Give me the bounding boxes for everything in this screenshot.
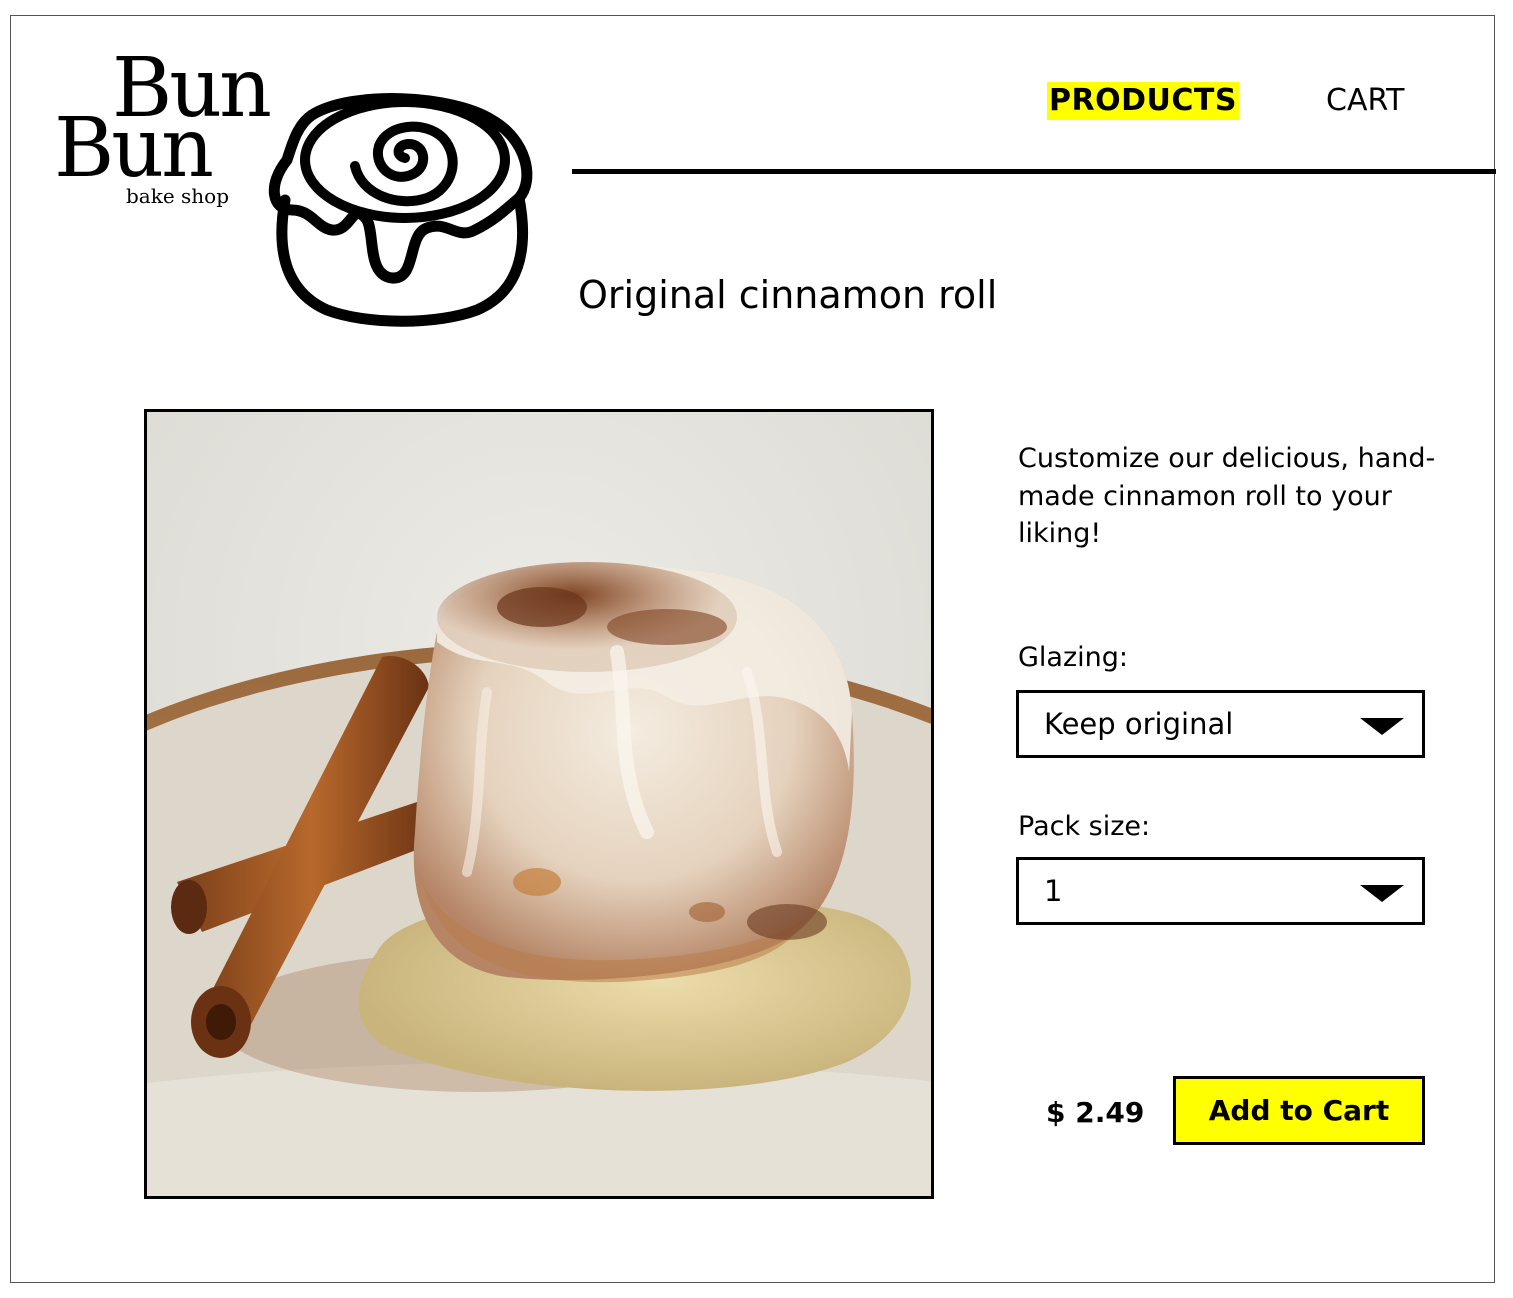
nav-cart-link[interactable]: CART bbox=[1326, 82, 1404, 120]
nav-products-link[interactable]: PRODUCTS bbox=[1047, 82, 1239, 120]
glazing-select[interactable]: Keep original bbox=[1016, 690, 1425, 758]
pack-size-label: Pack size: bbox=[1018, 811, 1151, 842]
chevron-down-icon[interactable] bbox=[1360, 718, 1404, 735]
product-description: Customize our delicious, hand-made cinna… bbox=[1018, 443, 1436, 549]
chevron-down-icon[interactable] bbox=[1360, 885, 1404, 902]
product-image bbox=[144, 409, 934, 1199]
cinnamon-roll-photo bbox=[147, 412, 931, 1196]
header-divider bbox=[572, 169, 1496, 174]
glazing-label: Glazing: bbox=[1018, 642, 1128, 673]
logo-subtitle: bake shop bbox=[126, 184, 230, 208]
brand-logo[interactable]: Bun Bun bake shop bbox=[52, 48, 552, 328]
logo-word-bottom: Bun bbox=[54, 101, 214, 196]
cinnamon-bun-logo-icon bbox=[268, 93, 533, 327]
pack-size-select[interactable]: 1 bbox=[1016, 857, 1425, 925]
glazing-selected-value: Keep original bbox=[1044, 707, 1234, 741]
pack-size-selected-value: 1 bbox=[1044, 874, 1063, 908]
add-to-cart-button[interactable]: Add to Cart bbox=[1173, 1076, 1425, 1145]
product-price: $ 2.49 bbox=[1046, 1096, 1145, 1129]
page-title: Original cinnamon roll bbox=[578, 273, 998, 317]
